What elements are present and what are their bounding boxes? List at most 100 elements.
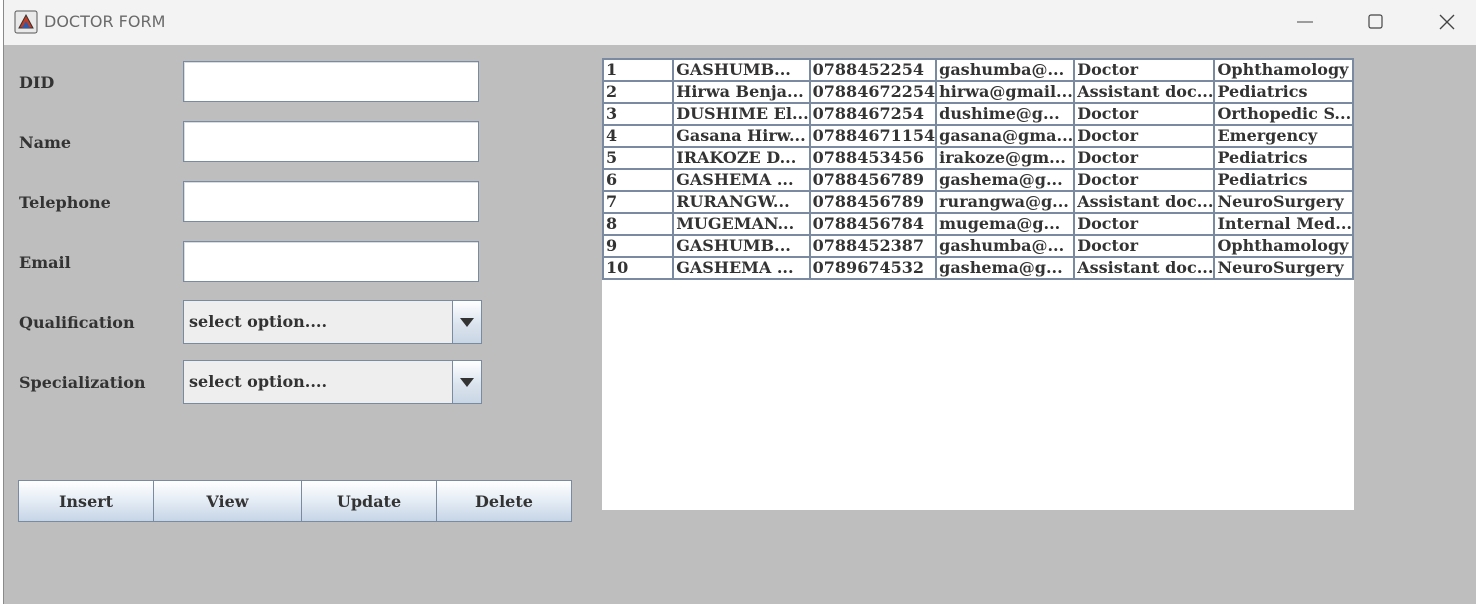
email-field[interactable] <box>183 241 479 282</box>
table-row[interactable]: 4 Gasana Hirw... 07884671154 gasana@gma... D… <box>601 124 1354 148</box>
specialization-cell[interactable]: Ophthamology <box>1213 58 1354 82</box>
specialization-cell[interactable]: Pediatrics <box>1213 146 1354 170</box>
id-cell[interactable]: 10 <box>601 256 675 280</box>
qualification-cell[interactable]: Assistant doc... <box>1073 256 1216 280</box>
table-row[interactable]: 5 IRAKOZE D... 0788453456 irakoze@gm... Doct… <box>601 146 1354 170</box>
qualification-cell[interactable]: Doctor <box>1073 168 1216 192</box>
telephone-cell[interactable]: 07884671154 <box>808 124 938 148</box>
qualification-cell[interactable]: Doctor <box>1073 212 1216 236</box>
name-cell[interactable]: IRAKOZE D... <box>672 146 811 170</box>
java-app-icon <box>14 10 38 34</box>
table-row[interactable]: 1 GASHUMB... 0788452254 gashumba@... Doctor O… <box>601 58 1354 82</box>
doctor-table-area[interactable]: 1 GASHUMB... 0788452254 gashumba@... Doctor O… <box>601 58 1354 510</box>
specialization-cell[interactable]: Orthopedic S... <box>1213 102 1354 126</box>
id-cell[interactable]: 5 <box>601 146 675 170</box>
id-cell[interactable]: 7 <box>601 190 675 214</box>
email-cell[interactable]: dushime@g... <box>935 102 1076 126</box>
email-cell[interactable]: mugema@g... <box>935 212 1076 236</box>
table-row[interactable]: 9 GASHUMB... 0788452387 gashumba@... Doctor O… <box>601 234 1354 258</box>
table-row[interactable]: 10 GASHEMA ... 0789674532 gashema@g... Assis… <box>601 256 1354 280</box>
specialization-cell[interactable]: Ophthamology <box>1213 234 1354 258</box>
telephone-label: Telephone <box>19 193 111 212</box>
table-row[interactable]: 7 RURANGW... 0788456789 rurangwa@g... Assist… <box>601 190 1354 214</box>
telephone-cell[interactable]: 0788456784 <box>808 212 938 236</box>
id-cell[interactable]: 8 <box>601 212 675 236</box>
id-cell[interactable]: 6 <box>601 168 675 192</box>
qualification-cell[interactable]: Doctor <box>1073 146 1216 170</box>
minimize-button[interactable] <box>1290 8 1320 36</box>
name-cell[interactable]: GASHEMA ... <box>672 256 811 280</box>
specialization-selected-value: select option.... <box>189 372 328 391</box>
title-bar[interactable]: DOCTOR FORM <box>4 0 1476 45</box>
telephone-cell[interactable]: 0788467254 <box>808 102 938 126</box>
close-button[interactable] <box>1432 8 1462 36</box>
specialization-cell[interactable]: NeuroSurgery <box>1213 256 1354 280</box>
specialization-cell[interactable]: Internal Med... <box>1213 212 1354 236</box>
telephone-field[interactable] <box>183 181 479 222</box>
name-cell[interactable]: MUGEMAN... <box>672 212 811 236</box>
name-label: Name <box>19 133 72 152</box>
email-cell[interactable]: gashumba@... <box>935 58 1076 82</box>
qualification-cell[interactable]: Doctor <box>1073 102 1216 126</box>
email-cell[interactable]: gashema@g... <box>935 256 1076 280</box>
did-field[interactable] <box>183 61 479 102</box>
specialization-cell[interactable]: Pediatrics <box>1213 80 1354 104</box>
specialization-select[interactable]: select option.... <box>183 360 482 404</box>
minimize-icon <box>1297 21 1313 23</box>
table-row[interactable]: 2 Hirwa Benja... 07884672254 hirwa@gmail...… <box>601 80 1354 104</box>
maximize-button[interactable] <box>1361 8 1391 36</box>
name-cell[interactable]: GASHEMA ... <box>672 168 811 192</box>
qualification-cell[interactable]: Doctor <box>1073 58 1216 82</box>
qualification-cell[interactable]: Doctor <box>1073 234 1216 258</box>
email-cell[interactable]: gashema@g... <box>935 168 1076 192</box>
id-cell[interactable]: 9 <box>601 234 675 258</box>
table-row[interactable]: 8 MUGEMAN... 0788456784 mugema@g... Doctor In… <box>601 212 1354 236</box>
email-cell[interactable]: rurangwa@g... <box>935 190 1076 214</box>
name-cell[interactable]: DUSHIME El... <box>672 102 811 126</box>
telephone-cell[interactable]: 0788452254 <box>808 58 938 82</box>
update-button[interactable]: Update <box>301 480 437 522</box>
email-cell[interactable]: gashumba@... <box>935 234 1076 258</box>
email-cell[interactable]: irakoze@gm... <box>935 146 1076 170</box>
name-cell[interactable]: RURANGW... <box>672 190 811 214</box>
name-cell[interactable]: Hirwa Benja... <box>672 80 811 104</box>
insert-button[interactable]: Insert <box>18 480 154 522</box>
delete-button[interactable]: Delete <box>436 480 572 522</box>
view-button[interactable]: View <box>153 480 302 522</box>
qualification-dropdown-button[interactable] <box>452 301 481 343</box>
email-label: Email <box>19 253 71 272</box>
table-row[interactable]: 3 DUSHIME El... 0788467254 dushime@g... Doct… <box>601 102 1354 126</box>
email-cell[interactable]: gasana@gma... <box>935 124 1076 148</box>
email-cell[interactable]: hirwa@gmail... <box>935 80 1076 104</box>
telephone-cell[interactable]: 0788452387 <box>808 234 938 258</box>
specialization-cell[interactable]: NeuroSurgery <box>1213 190 1354 214</box>
telephone-cell[interactable]: 0788456789 <box>808 190 938 214</box>
name-cell[interactable]: GASHUMB... <box>672 234 811 258</box>
id-cell[interactable]: 2 <box>601 80 675 104</box>
maximize-icon <box>1368 14 1383 29</box>
qualification-cell[interactable]: Assistant doc... <box>1073 80 1216 104</box>
telephone-cell[interactable]: 07884672254 <box>808 80 938 104</box>
specialization-cell[interactable]: Pediatrics <box>1213 168 1354 192</box>
table-row[interactable]: 6 GASHEMA ... 0788456789 gashema@g... Doctor… <box>601 168 1354 192</box>
telephone-cell[interactable]: 0788456789 <box>808 168 938 192</box>
qualification-select[interactable]: select option.... <box>183 300 482 344</box>
qualification-cell[interactable]: Doctor <box>1073 124 1216 148</box>
close-icon <box>1439 14 1455 30</box>
id-cell[interactable]: 4 <box>601 124 675 148</box>
telephone-cell[interactable]: 0788453456 <box>808 146 938 170</box>
name-cell[interactable]: Gasana Hirw... <box>672 124 811 148</box>
doctor-form-window: DOCTOR FORM DID Name Telephone Email Qua… <box>3 0 1476 604</box>
id-cell[interactable]: 3 <box>601 102 675 126</box>
name-field[interactable] <box>183 121 479 162</box>
name-cell[interactable]: GASHUMB... <box>672 58 811 82</box>
window-title: DOCTOR FORM <box>44 12 166 31</box>
qualification-cell[interactable]: Assistant doc... <box>1073 190 1216 214</box>
specialization-cell[interactable]: Emergency <box>1213 124 1354 148</box>
id-cell[interactable]: 1 <box>601 58 675 82</box>
chevron-down-icon <box>460 378 474 387</box>
telephone-cell[interactable]: 0789674532 <box>808 256 938 280</box>
specialization-label: Specialization <box>19 373 146 392</box>
did-label: DID <box>19 73 55 92</box>
specialization-dropdown-button[interactable] <box>452 361 481 403</box>
